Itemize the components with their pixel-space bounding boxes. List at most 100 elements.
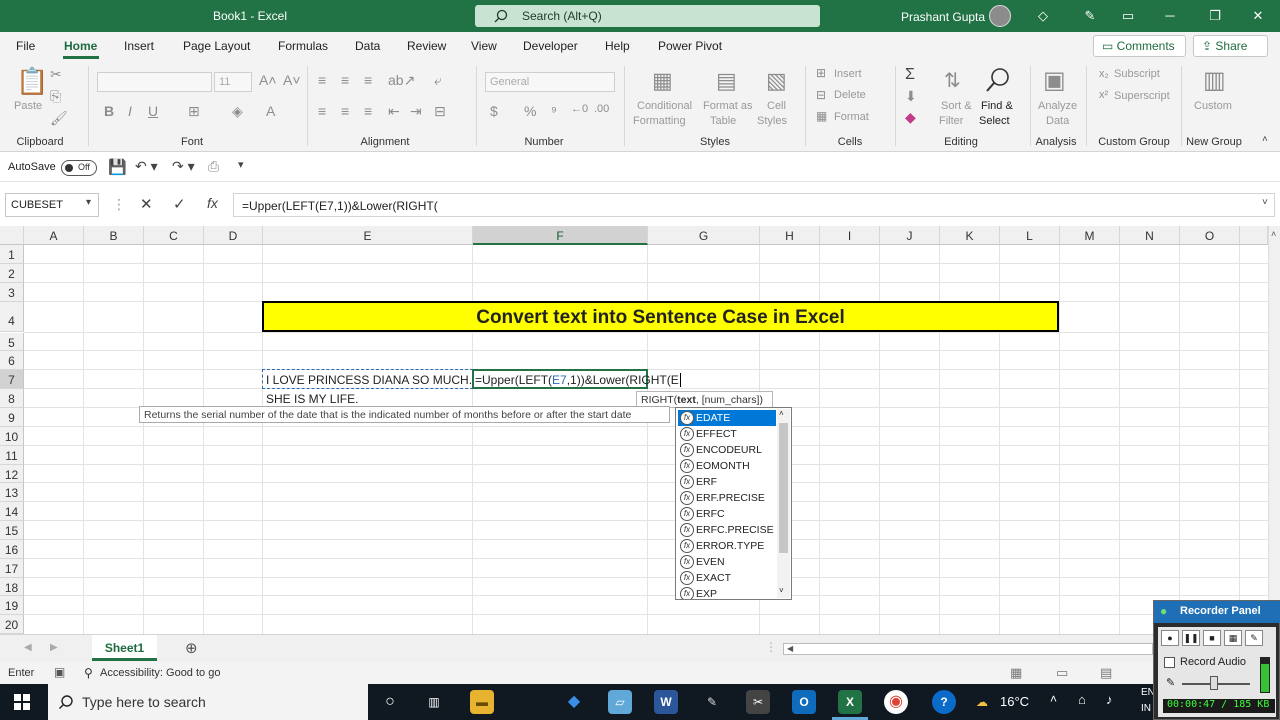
tab-insert[interactable]: Insert bbox=[124, 39, 154, 53]
col-header-n[interactable]: N bbox=[1120, 226, 1180, 245]
tab-review[interactable]: Review bbox=[407, 39, 446, 53]
insert-cells-button[interactable]: Insert bbox=[834, 68, 862, 80]
row-header-11[interactable]: 11 bbox=[0, 446, 24, 465]
autocomplete-item-error-type[interactable]: fx ERROR.TYPE bbox=[678, 538, 776, 554]
comma-icon[interactable]: ⁹ bbox=[551, 103, 557, 119]
find-select-button[interactable]: Find & bbox=[981, 100, 1013, 112]
cell-styles-button[interactable]: Cell bbox=[767, 100, 786, 112]
col-header-a[interactable]: A bbox=[24, 226, 84, 245]
scroll-up-icon[interactable]: ˄ bbox=[1271, 229, 1276, 239]
volume-slider-thumb[interactable] bbox=[1210, 676, 1218, 690]
row-header-5[interactable]: 5 bbox=[0, 333, 24, 351]
minimize-icon[interactable]: ─ bbox=[1155, 8, 1185, 23]
task-view-icon[interactable]: ▥ bbox=[422, 690, 446, 714]
clear-icon[interactable]: ◆ bbox=[905, 109, 916, 126]
normal-view-icon[interactable]: ▦ bbox=[1010, 665, 1022, 681]
show-hidden-icons-icon[interactable]: ˄ bbox=[1050, 692, 1057, 706]
tab-home[interactable]: Home bbox=[64, 39, 97, 53]
autocomplete-item-exp[interactable]: fx EXP bbox=[678, 586, 776, 599]
autocomplete-item-even[interactable]: fx EVEN bbox=[678, 554, 776, 570]
autocomplete-item-eomonth[interactable]: fx EOMONTH bbox=[678, 458, 776, 474]
cell-f7-editing[interactable]: =Upper(LEFT(E7,1))&Lower(RIGHT(E bbox=[475, 373, 681, 387]
restore-icon[interactable]: ❐ bbox=[1200, 8, 1230, 24]
percent-icon[interactable]: % bbox=[524, 103, 536, 119]
chrome-icon[interactable]: ◉ bbox=[884, 690, 908, 714]
align-top-icon[interactable]: ≡ bbox=[318, 72, 326, 88]
indent-increase-icon[interactable]: ⇥ bbox=[410, 103, 422, 120]
col-header-o[interactable]: O bbox=[1180, 226, 1240, 245]
search-box[interactable]: Search (Alt+Q) bbox=[475, 5, 820, 27]
page-break-view-icon[interactable]: ▤ bbox=[1100, 665, 1112, 681]
volume-icon[interactable]: ♪ bbox=[1106, 692, 1113, 707]
record-icon[interactable]: ● bbox=[1161, 630, 1179, 646]
insert-function-icon[interactable]: fx bbox=[207, 195, 218, 211]
increase-font-icon[interactable]: A˄ bbox=[259, 72, 277, 88]
font-size-dropdown[interactable]: 11 bbox=[214, 72, 252, 92]
wrap-text-icon[interactable]: ⤶ bbox=[434, 72, 442, 89]
bold-icon[interactable]: B bbox=[104, 103, 114, 119]
orientation-icon[interactable]: ab↗ bbox=[388, 72, 415, 89]
tab-help[interactable]: Help bbox=[605, 39, 630, 53]
autocomplete-item-erfc-precise[interactable]: fx ERFC.PRECISE bbox=[678, 522, 776, 538]
close-icon[interactable]: ✕ bbox=[1243, 8, 1273, 24]
stop-icon[interactable]: ■ bbox=[1203, 630, 1221, 646]
delete-cells-button[interactable]: Delete bbox=[834, 89, 866, 101]
autocomplete-item-edate[interactable]: fx EDATE bbox=[678, 410, 776, 426]
settings-icon[interactable]: ▦ bbox=[1224, 630, 1242, 646]
confirm-entry-icon[interactable]: ✓ bbox=[173, 195, 186, 213]
autosave-toggle[interactable]: Off bbox=[61, 160, 97, 176]
name-box-chevron-icon[interactable]: ▾ bbox=[86, 197, 91, 208]
insert-cells-icon[interactable]: ⊞ bbox=[816, 66, 826, 80]
tab-developer[interactable]: Developer bbox=[523, 39, 578, 53]
paint-icon[interactable]: ✎ bbox=[700, 690, 724, 714]
row-header-12[interactable]: 12 bbox=[0, 465, 24, 483]
row-header-15[interactable]: 15 bbox=[0, 521, 24, 540]
align-right-icon[interactable]: ≡ bbox=[364, 103, 372, 119]
windows-start-icon[interactable] bbox=[14, 694, 30, 710]
autocomplete-item-encodeurl[interactable]: fx ENCODEURL bbox=[678, 442, 776, 458]
network-icon[interactable]: ⌂ bbox=[1078, 692, 1086, 707]
ribbon-display-icon[interactable]: ▭ bbox=[1113, 8, 1143, 24]
row-header-14[interactable]: 14 bbox=[0, 502, 24, 521]
language-region[interactable]: IN bbox=[1141, 703, 1151, 714]
row-header-16[interactable]: 16 bbox=[0, 540, 24, 559]
excel-icon[interactable]: X bbox=[838, 690, 862, 714]
sheet-tab-sheet1[interactable]: Sheet1 bbox=[92, 635, 157, 661]
fill-icon[interactable]: ⬇ bbox=[905, 88, 917, 105]
row-header-8[interactable]: 8 bbox=[0, 389, 24, 408]
col-header-f[interactable]: F bbox=[473, 226, 648, 245]
align-middle-icon[interactable]: ≡ bbox=[341, 72, 349, 88]
row-header-20[interactable]: 20 bbox=[0, 615, 24, 634]
row-header-2[interactable]: 2 bbox=[0, 264, 24, 283]
col-header-e[interactable]: E bbox=[263, 226, 473, 245]
indent-decrease-icon[interactable]: ⇤ bbox=[388, 103, 400, 120]
italic-icon[interactable]: I bbox=[128, 103, 132, 119]
diamond-icon[interactable]: ◇ bbox=[1028, 8, 1058, 24]
page-layout-view-icon[interactable]: ▭ bbox=[1056, 665, 1068, 681]
row-header-19[interactable]: 19 bbox=[0, 596, 24, 615]
cut-icon[interactable]: ✂ bbox=[50, 66, 62, 83]
delete-cells-icon[interactable]: ⊟ bbox=[816, 88, 826, 102]
tab-data[interactable]: Data bbox=[355, 39, 380, 53]
currency-icon[interactable]: $ bbox=[490, 103, 498, 119]
cancel-entry-icon[interactable]: ✕ bbox=[140, 195, 153, 213]
weather-icon[interactable]: ☁ bbox=[970, 690, 994, 714]
analyze-data-icon[interactable]: ▣ bbox=[1043, 66, 1066, 95]
snipping-tool-icon[interactable]: ✂ bbox=[746, 690, 770, 714]
formula-input[interactable]: =Upper(LEFT(E7,1))&Lower(RIGHT( bbox=[233, 193, 1275, 217]
word-icon[interactable]: W bbox=[654, 690, 678, 714]
row-header-17[interactable]: 17 bbox=[0, 559, 24, 578]
undo-icon[interactable]: ↶ ▾ bbox=[135, 158, 158, 175]
scroll-thumb[interactable] bbox=[779, 423, 788, 553]
row-header-7[interactable]: 7 bbox=[0, 370, 24, 389]
tab-power-pivot[interactable]: Power Pivot bbox=[658, 39, 722, 53]
next-sheet-icon[interactable]: ▶ bbox=[50, 642, 58, 653]
pen-icon[interactable]: ✎ bbox=[1075, 8, 1105, 24]
col-header-i[interactable]: I bbox=[820, 226, 880, 245]
fill-color-icon[interactable]: ◈ bbox=[232, 103, 243, 120]
help-icon[interactable]: ? bbox=[932, 690, 956, 714]
tab-page-layout[interactable]: Page Layout bbox=[183, 39, 250, 53]
taskbar-search-box[interactable]: Type here to search bbox=[48, 684, 368, 720]
outlook-icon[interactable]: O bbox=[792, 690, 816, 714]
tab-formulas[interactable]: Formulas bbox=[278, 39, 328, 53]
